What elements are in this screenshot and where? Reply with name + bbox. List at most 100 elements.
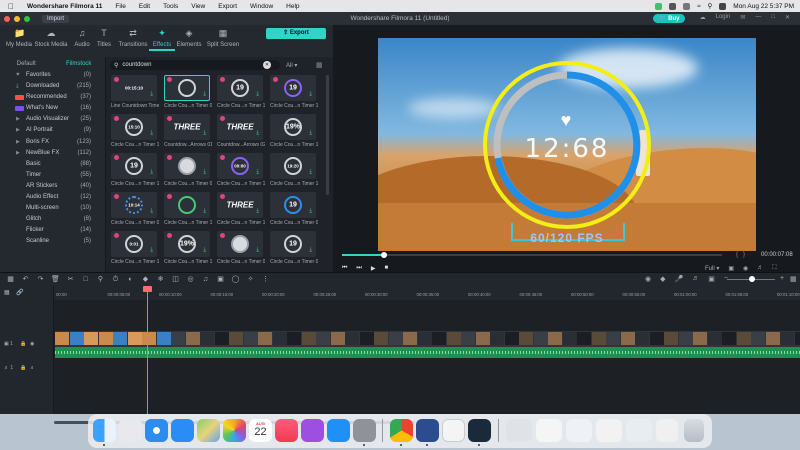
- effect-item[interactable]: 19 ⤓ Circle Cou...n Timer 02: [270, 192, 318, 226]
- download-icon[interactable]: ⤓: [309, 208, 312, 215]
- sidebar-tab-default[interactable]: Default: [0, 61, 53, 67]
- ai-icon[interactable]: ✧: [246, 275, 255, 284]
- podcasts-icon[interactable]: [301, 419, 324, 442]
- maximize-app-icon[interactable]: □: [771, 14, 775, 21]
- effect-item[interactable]: THREE ⤓ Countdow...Arrows 01: [164, 114, 212, 148]
- notes-icon[interactable]: [442, 419, 465, 442]
- more-icon[interactable]: ⋮: [261, 275, 270, 284]
- import-button[interactable]: Import: [42, 14, 70, 23]
- apple-icon[interactable]: : [8, 2, 14, 11]
- download-icon[interactable]: ⤓: [203, 130, 206, 137]
- render-icon[interactable]: ◉: [645, 275, 651, 283]
- effect-thumbnail[interactable]: 10:14 ⤓: [111, 192, 157, 218]
- status-app-icon[interactable]: [654, 2, 662, 10]
- undo-icon[interactable]: ↶: [21, 275, 30, 284]
- effect-item[interactable]: ⤓ Circle Cou...n Timer 13: [164, 192, 212, 226]
- category-item[interactable]: Glitch (8): [0, 214, 105, 225]
- category-item[interactable]: ▶ Boris FX (123): [0, 137, 105, 148]
- effect-thumbnail[interactable]: 19 ⤓: [270, 192, 316, 218]
- recent-window-thumbnail[interactable]: [596, 419, 622, 442]
- effect-item[interactable]: 15:10 ⤓ Circle Cou...n Timer 12: [111, 114, 159, 148]
- menu-window[interactable]: Window: [250, 3, 273, 10]
- effect-thumbnail[interactable]: 00:00 ⤓: [217, 153, 263, 179]
- effect-item[interactable]: 19 ⤓ Circle Cou...n Timer 18: [111, 153, 159, 187]
- recent-window-thumbnail[interactable]: [626, 419, 652, 442]
- calendar-icon[interactable]: AUG 22: [249, 419, 272, 442]
- close-app-icon[interactable]: ✕: [785, 14, 790, 21]
- recent-window-thumbnail[interactable]: [506, 419, 532, 442]
- speaker-icon[interactable]: ♬: [30, 365, 35, 371]
- effect-item[interactable]: THREE ⤓ Circle Cou...n Timer 19: [217, 192, 265, 226]
- effect-thumbnail[interactable]: 19% ⤓: [164, 231, 210, 257]
- effect-thumbnail[interactable]: ⤓: [164, 192, 210, 218]
- effect-item[interactable]: 00:15:10 ⤓ Line Countdown Timer: [111, 75, 159, 109]
- snapshot-icon[interactable]: ◉: [743, 265, 748, 272]
- effect-item[interactable]: 19 ⤓ Circle Cou...n Timer 08: [270, 231, 318, 265]
- category-item[interactable]: Flicker (14): [0, 225, 105, 236]
- sidebar-tab-filmstock[interactable]: Filmstock: [53, 61, 106, 67]
- keyframe-icon[interactable]: ◆: [141, 275, 150, 284]
- expand-arrow-icon[interactable]: ▶: [16, 125, 20, 136]
- effect-thumbnail[interactable]: 19 ⤓: [217, 75, 263, 101]
- motion-icon[interactable]: ◎: [186, 275, 195, 284]
- crop-icon[interactable]: □: [81, 275, 90, 284]
- category-item[interactable]: Audio Effect (12): [0, 192, 105, 203]
- recent-window-thumbnail[interactable]: [536, 419, 562, 442]
- download-icon[interactable]: ⤓: [203, 91, 206, 98]
- timeline-zoom-slider[interactable]: [727, 276, 775, 282]
- expand-arrow-icon[interactable]: ▶: [16, 114, 20, 125]
- mark-in-out-icon[interactable]: { }: [736, 252, 745, 258]
- effect-item[interactable]: 0:01 ⤓ Circle Cou...n Timer 10: [111, 231, 159, 265]
- lock-icon[interactable]: 🔒: [20, 341, 26, 347]
- category-item[interactable]: Timer (55): [0, 170, 105, 181]
- close-window-icon[interactable]: [4, 15, 10, 22]
- trash-icon[interactable]: [684, 419, 704, 442]
- zoom-in-clip-icon[interactable]: ⚲: [96, 275, 105, 284]
- tab-stock-media[interactable]: ☁ Stock Media: [34, 28, 68, 48]
- tab-split-screen[interactable]: ▦ Split Screen: [204, 28, 242, 48]
- zoom-handle[interactable]: [749, 276, 755, 282]
- effect-thumbnail[interactable]: 0:01 ⤓: [111, 231, 157, 257]
- category-item[interactable]: ▶ Audio Visualizer (25): [0, 114, 105, 125]
- recent-window-thumbnail[interactable]: [566, 419, 592, 442]
- maps-icon[interactable]: [197, 419, 220, 442]
- green-screen-icon[interactable]: ▣: [216, 275, 225, 284]
- mail-icon[interactable]: [171, 419, 194, 442]
- effect-item[interactable]: 19% ⤓ Circle Cou...n Timer 14: [164, 231, 212, 265]
- playhead-handle[interactable]: [143, 286, 152, 292]
- recent-window-thumbnail[interactable]: [656, 419, 678, 442]
- menu-file[interactable]: File: [115, 3, 125, 10]
- zoom-window-icon[interactable]: [24, 15, 30, 22]
- freeze-icon[interactable]: ❄: [156, 275, 165, 284]
- download-icon[interactable]: ⤓: [203, 169, 206, 176]
- login-button[interactable]: Login: [716, 14, 731, 21]
- lock-icon[interactable]: 🔒: [20, 365, 26, 371]
- audio-clip[interactable]: [55, 347, 800, 358]
- volume-icon[interactable]: ♬: [757, 265, 763, 272]
- next-frame-icon[interactable]: ⏭: [356, 265, 361, 272]
- effect-thumbnail[interactable]: 19 ⤓: [270, 231, 316, 257]
- spotlight-icon[interactable]: ⚲: [708, 2, 713, 10]
- filmora-icon[interactable]: [416, 419, 439, 442]
- download-icon[interactable]: ⤓: [203, 208, 206, 215]
- quality-dropdown[interactable]: Full ▾: [705, 265, 719, 272]
- effect-thumbnail[interactable]: 19% ⤓: [270, 114, 316, 140]
- photos-icon[interactable]: [223, 419, 246, 442]
- finder-icon[interactable]: [93, 419, 116, 442]
- effect-thumbnail[interactable]: THREE ⤓: [217, 192, 263, 218]
- stop-icon[interactable]: ■: [384, 265, 388, 272]
- effect-item[interactable]: THREE ⤓ Countdow...Arrows 02: [217, 114, 265, 148]
- menu-export[interactable]: Export: [218, 3, 237, 10]
- category-item[interactable]: Multi-screen (10): [0, 203, 105, 214]
- menu-view[interactable]: View: [191, 3, 205, 10]
- download-icon[interactable]: ⤓: [309, 91, 312, 98]
- link-icon[interactable]: 🔗: [16, 289, 23, 296]
- effect-thumbnail[interactable]: THREE ⤓: [217, 114, 263, 140]
- menu-clock[interactable]: Mon Aug 22 5:37 PM: [733, 3, 794, 10]
- effect-thumbnail[interactable]: THREE ⤓: [164, 114, 210, 140]
- download-icon[interactable]: ⤓: [150, 169, 153, 176]
- time-ruler[interactable]: 00:00 00:00:05:00 00:00:10:00 00:00:15:00 00…: [54, 286, 800, 300]
- voiceover-icon[interactable]: ♬: [692, 275, 699, 283]
- wifi-icon[interactable]: ≈: [697, 3, 701, 10]
- category-item[interactable]: Recommended (37): [0, 92, 105, 103]
